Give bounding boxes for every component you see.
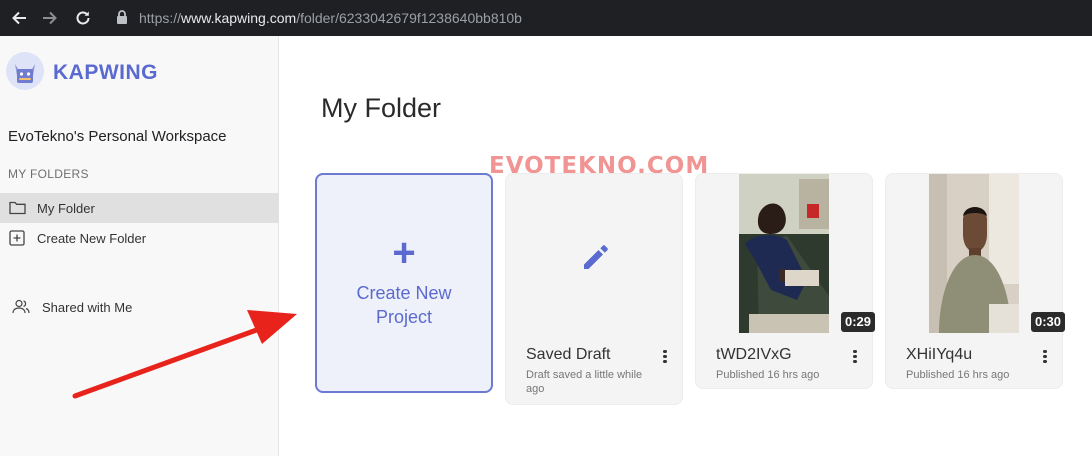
sidebar-item-label: Shared with Me	[42, 299, 133, 315]
users-icon	[12, 299, 30, 314]
reload-icon[interactable]	[73, 8, 93, 28]
sidebar-item-label: Create New Folder	[37, 230, 147, 246]
sidebar-item-create-new-folder[interactable]: Create New Folder	[0, 223, 279, 253]
kapwing-logo-icon[interactable]	[6, 52, 44, 90]
folder-icon	[9, 200, 26, 215]
project-card-video-1[interactable]: 0:29 tWD2IVxG Published 16 hrs ago	[695, 173, 876, 389]
more-options-icon[interactable]	[660, 348, 670, 366]
pencil-icon	[578, 240, 612, 274]
section-label-my-folders: MY FOLDERS	[8, 167, 89, 181]
sidebar-item-label: My Folder	[37, 200, 95, 216]
url-host: www.kapwing.com	[181, 10, 297, 26]
address-bar[interactable]: https://www.kapwing.com/folder/623304267…	[139, 9, 522, 27]
browser-toolbar: https://www.kapwing.com/folder/623304267…	[0, 0, 1092, 36]
workspace-name[interactable]: EvoTekno's Personal Workspace	[8, 128, 227, 145]
plus-icon: +	[392, 231, 416, 275]
video-duration: 0:30	[1031, 312, 1066, 332]
video-thumbnail	[739, 174, 829, 333]
sidebar-item-my-folder[interactable]: My Folder	[0, 193, 279, 223]
url-scheme: https://	[139, 10, 182, 26]
create-label-line-2: Project	[375, 307, 433, 327]
create-new-project-button[interactable]: + Create New Project	[315, 173, 493, 393]
create-new-project-label: Create New Project	[317, 281, 491, 329]
sidebar: KAPWING EvoTekno's Personal Workspace MY…	[0, 36, 279, 456]
project-status: Published 16 hrs ago	[906, 369, 1010, 381]
more-options-icon[interactable]	[1040, 348, 1050, 366]
project-title: tWD2IVxG	[716, 346, 792, 363]
more-options-icon[interactable]	[850, 348, 860, 366]
url-path: /folder/6233042679f1238640bb810b	[296, 10, 522, 26]
video-duration: 0:29	[841, 312, 876, 332]
lock-icon	[116, 10, 130, 26]
project-title: Saved Draft	[526, 346, 611, 363]
project-status: Published 16 hrs ago	[716, 369, 820, 381]
plus-square-icon	[9, 230, 26, 246]
brand-name[interactable]: KAPWING	[53, 61, 158, 85]
sidebar-item-shared-with-me[interactable]: Shared with Me	[0, 292, 279, 322]
forward-icon[interactable]	[40, 8, 60, 28]
video-thumbnail	[929, 174, 1019, 333]
project-card-saved-draft[interactable]: Saved Draft Draft saved a little while a…	[505, 173, 683, 405]
project-title: XHiIYq4u	[906, 346, 973, 363]
page-title: My Folder	[321, 93, 442, 123]
create-label-line-1: Create New	[356, 283, 452, 303]
project-status: Draft saved a little while ago	[526, 369, 643, 395]
project-card-video-2[interactable]: 0:30 XHiIYq4u Published 16 hrs ago	[885, 173, 1066, 389]
back-icon[interactable]	[9, 8, 29, 28]
